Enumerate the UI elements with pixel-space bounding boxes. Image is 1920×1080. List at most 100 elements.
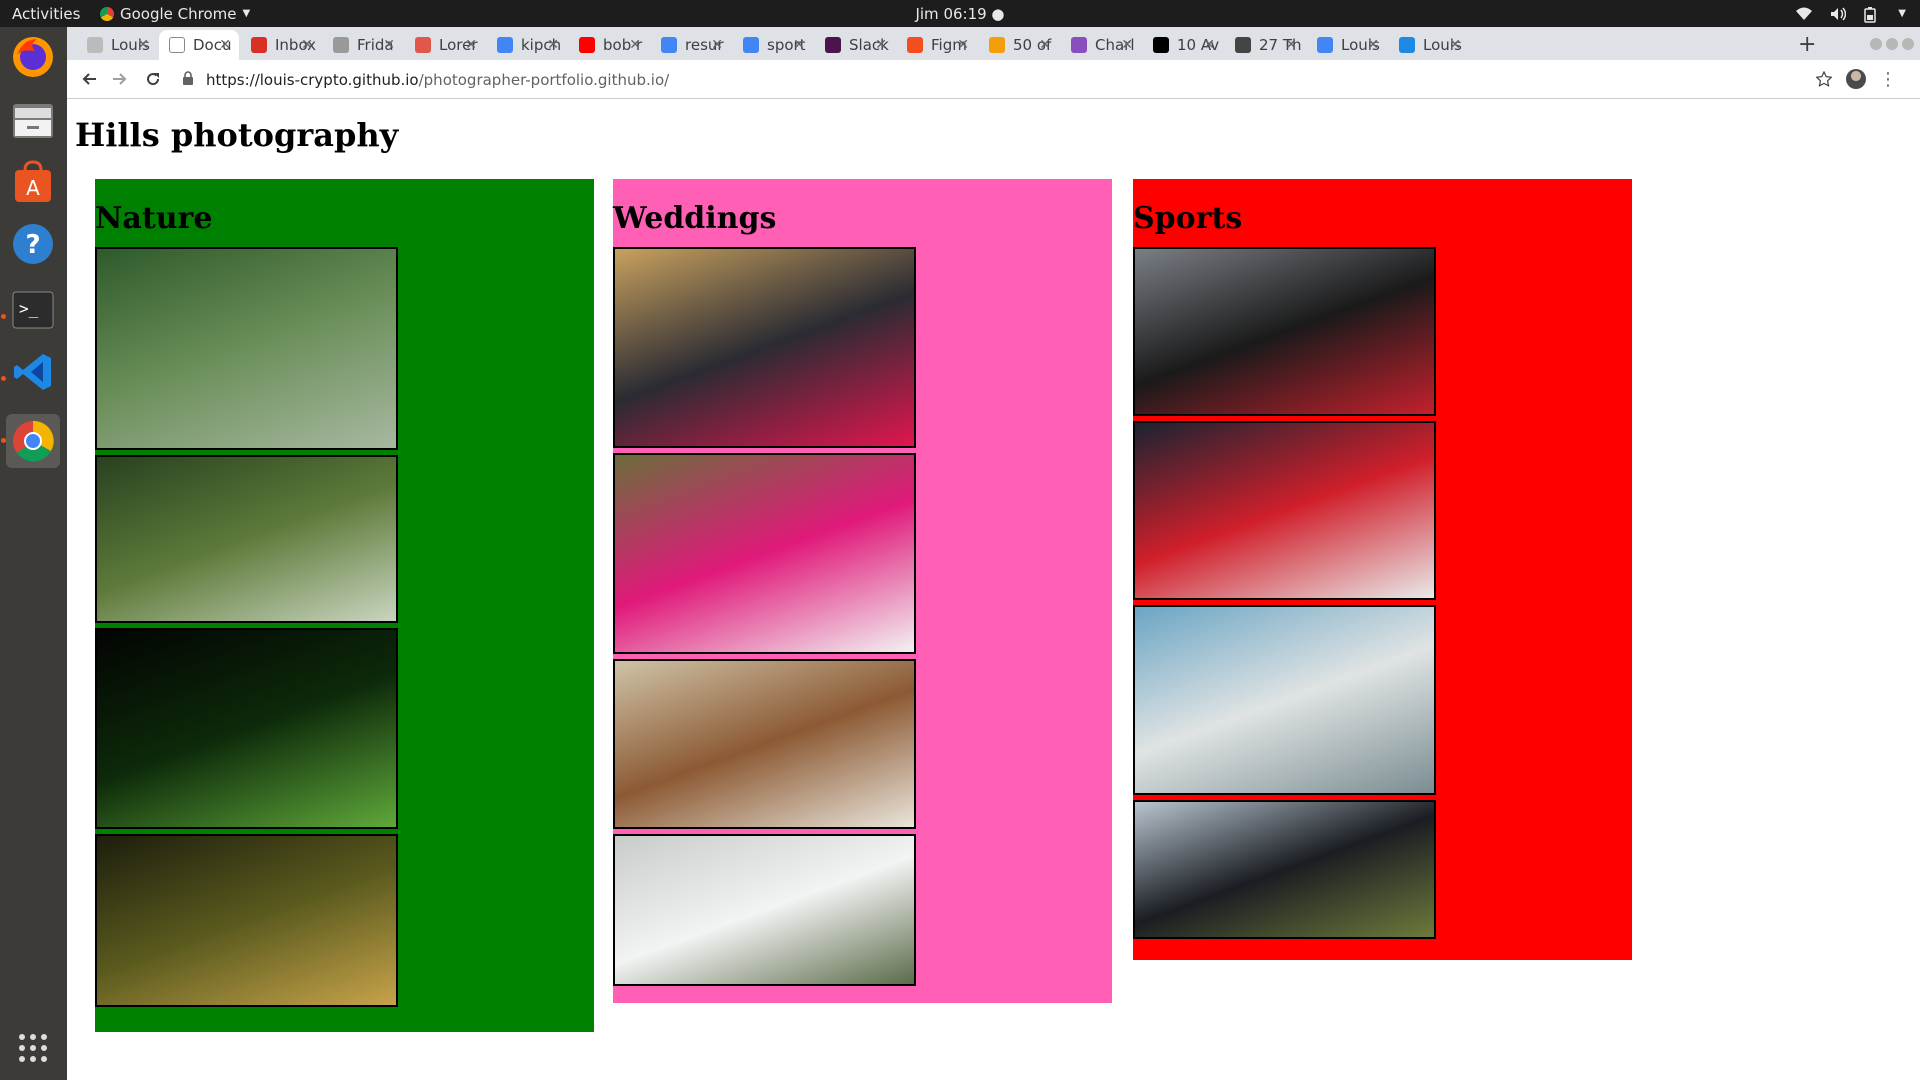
- tab-title: Slack: [849, 36, 889, 54]
- tab-favicon-icon: [907, 37, 923, 53]
- tab-title: sport: [767, 36, 806, 54]
- address-bar[interactable]: https://louis-crypto.github.io/photograp…: [182, 64, 1862, 95]
- terminal-icon[interactable]: >_: [6, 283, 60, 337]
- software-center-icon[interactable]: A: [6, 155, 60, 209]
- menu-kebab-icon[interactable]: ⋮: [1875, 66, 1901, 92]
- caret-down-icon: ▼: [242, 8, 251, 19]
- tab-favicon-icon: [1235, 37, 1251, 53]
- clock[interactable]: Jim 06:19 ●: [915, 5, 1004, 23]
- tab-close-icon[interactable]: ✕: [1285, 37, 1297, 53]
- gallery-photo: [95, 247, 398, 450]
- vscode-icon[interactable]: [6, 345, 60, 399]
- gallery-section-weddings: Weddings: [613, 179, 1112, 1003]
- gallery-section-nature: Nature: [95, 179, 594, 1032]
- tab-favicon-icon: [251, 37, 267, 53]
- lock-icon[interactable]: [182, 70, 196, 89]
- tab-close-icon[interactable]: ✕: [793, 37, 805, 53]
- browser-tab[interactable]: bob r ✕: [569, 30, 649, 60]
- gallery-photo: [95, 455, 398, 623]
- bookmark-star-icon[interactable]: [1811, 66, 1837, 92]
- tab-close-icon[interactable]: ✕: [1449, 37, 1461, 53]
- browser-tab[interactable]: Docu ✕: [159, 30, 239, 60]
- tab-favicon-icon: [1071, 37, 1087, 53]
- gallery-photo: [613, 247, 916, 448]
- tab-favicon-icon: [169, 37, 185, 53]
- browser-tab[interactable]: Louis ✕: [77, 30, 157, 60]
- browser-tab[interactable]: Charl ✕: [1061, 30, 1141, 60]
- tab-close-icon[interactable]: ✕: [547, 37, 559, 53]
- system-menu-caret-icon[interactable]: ▼: [1898, 8, 1906, 19]
- browser-tab[interactable]: sport ✕: [733, 30, 813, 60]
- browser-tab[interactable]: Louis ✕: [1389, 30, 1469, 60]
- tab-close-icon[interactable]: ✕: [711, 37, 723, 53]
- browser-tab[interactable]: kipch ✕: [487, 30, 567, 60]
- tab-close-icon[interactable]: ✕: [1121, 37, 1133, 53]
- tab-favicon-icon: [579, 37, 595, 53]
- tab-favicon-icon: [1153, 37, 1169, 53]
- tab-close-icon[interactable]: ✕: [1039, 37, 1051, 53]
- tab-close-icon[interactable]: ✕: [1367, 37, 1379, 53]
- svg-text:?: ?: [25, 230, 40, 260]
- volume-icon[interactable]: [1830, 7, 1847, 21]
- tab-title: Figm: [931, 36, 967, 54]
- tab-strip: Louis ✕ Docu ✕ Inbox ✕ Frida ✕ Lorer ✕ kipch ✕ bob r…: [67, 27, 1920, 60]
- tab-close-icon[interactable]: ✕: [629, 37, 641, 53]
- maximize-button[interactable]: [1886, 38, 1898, 50]
- tab-title: 50 of: [1013, 36, 1052, 54]
- browser-tab[interactable]: 10 Av ✕: [1143, 30, 1223, 60]
- browser-tab[interactable]: Figm ✕: [897, 30, 977, 60]
- app-menu[interactable]: Google Chrome ▼: [100, 5, 250, 23]
- tab-close-icon[interactable]: ✕: [219, 37, 231, 53]
- tab-favicon-icon: [743, 37, 759, 53]
- browser-toolbar: https://louis-crypto.github.io/photograp…: [67, 60, 1920, 99]
- tab-close-icon[interactable]: ✕: [875, 37, 887, 53]
- chrome-icon[interactable]: [6, 414, 60, 468]
- section-heading: Sports: [1133, 201, 1243, 236]
- help-icon[interactable]: ?: [6, 217, 60, 271]
- gallery-photo: [613, 659, 916, 829]
- browser-tab[interactable]: Inbox ✕: [241, 30, 321, 60]
- tab-favicon-icon: [989, 37, 1005, 53]
- profile-avatar[interactable]: [1843, 66, 1869, 92]
- browser-tab[interactable]: resur ✕: [651, 30, 731, 60]
- new-tab-button[interactable]: +: [1798, 32, 1816, 57]
- browser-tab[interactable]: Lorer ✕: [405, 30, 485, 60]
- close-window-button[interactable]: [1902, 38, 1914, 50]
- web-page: Hills photography Nature Weddings Sports: [67, 100, 1920, 1080]
- back-button[interactable]: [76, 66, 102, 92]
- wifi-icon[interactable]: [1796, 7, 1813, 21]
- gallery-section-sports: Sports: [1133, 179, 1632, 960]
- forward-button[interactable]: [107, 66, 133, 92]
- browser-tab[interactable]: Louis ✕: [1307, 30, 1387, 60]
- battery-icon[interactable]: [1864, 6, 1880, 23]
- minimize-button[interactable]: [1870, 38, 1882, 50]
- url-host: https://louis-crypto.github.io: [206, 70, 419, 89]
- browser-tab[interactable]: 50 of ✕: [979, 30, 1059, 60]
- tab-close-icon[interactable]: ✕: [465, 37, 477, 53]
- tab-favicon-icon: [1399, 37, 1415, 53]
- gallery-photo: [613, 453, 916, 654]
- tab-favicon-icon: [825, 37, 841, 53]
- firefox-icon[interactable]: [6, 30, 60, 84]
- activities-button[interactable]: Activities: [0, 5, 100, 23]
- browser-tab[interactable]: Frida ✕: [323, 30, 403, 60]
- tab-title: 10 Av: [1177, 36, 1220, 54]
- files-icon[interactable]: [6, 93, 60, 147]
- tab-favicon-icon: [497, 37, 513, 53]
- chrome-small-icon: [100, 6, 114, 21]
- gallery-photo: [95, 628, 398, 829]
- tab-title: Frida: [357, 36, 394, 54]
- tab-close-icon[interactable]: ✕: [383, 37, 395, 53]
- browser-tab[interactable]: Slack ✕: [815, 30, 895, 60]
- tab-title: Inbox: [275, 36, 317, 54]
- tab-close-icon[interactable]: ✕: [137, 37, 149, 53]
- tab-close-icon[interactable]: ✕: [1203, 37, 1215, 53]
- tab-close-icon[interactable]: ✕: [301, 37, 313, 53]
- gallery-photo: [1133, 421, 1436, 600]
- tab-close-icon[interactable]: ✕: [957, 37, 969, 53]
- reload-button[interactable]: [140, 66, 166, 92]
- url-path: /photographer-portfolio.github.io/: [418, 70, 670, 89]
- show-applications-icon[interactable]: [6, 1021, 60, 1075]
- tab-title: kipch: [521, 36, 562, 54]
- browser-tab[interactable]: 27 Th ✕: [1225, 30, 1305, 60]
